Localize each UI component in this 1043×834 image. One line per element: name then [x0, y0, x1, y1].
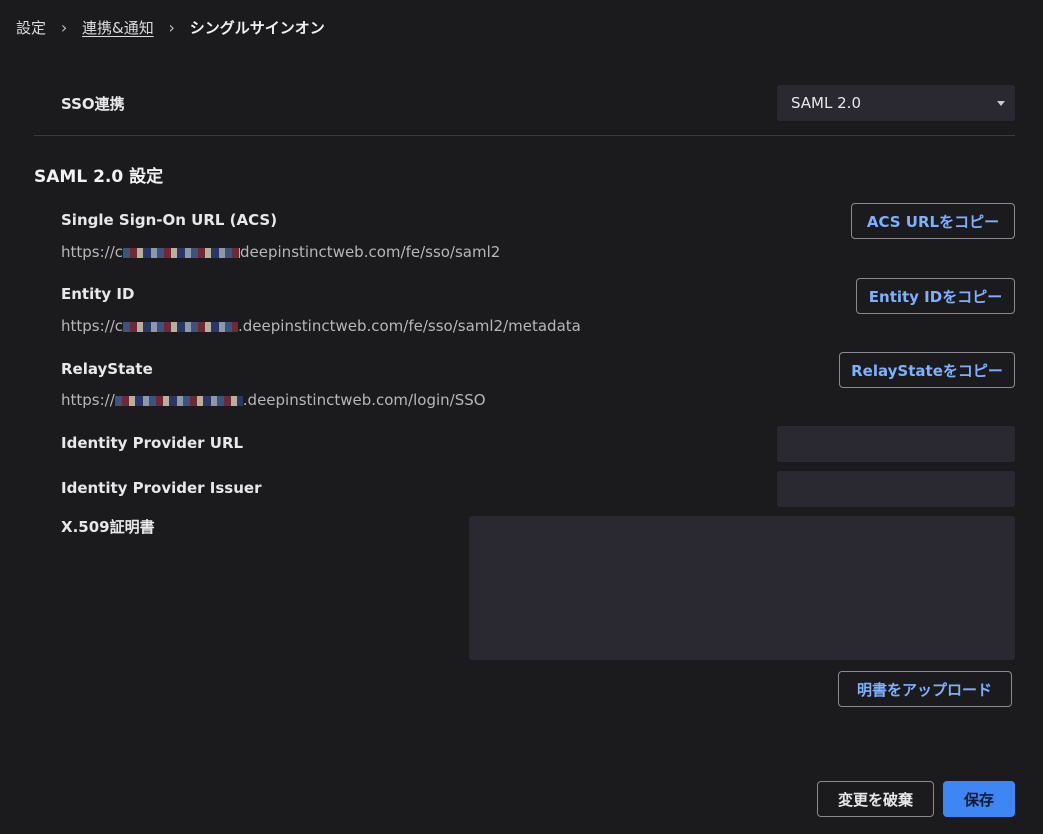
- copy-acs-url-button[interactable]: ACS URLをコピー: [851, 203, 1015, 239]
- relaystate-suffix: .deepinstinctweb.com/login/SSO: [242, 391, 486, 409]
- relaystate-value: https:// .deepinstinctweb.com/login/SSO: [61, 391, 486, 409]
- acs-url-value: https://c deepinstinctweb.com/fe/sso/saml…: [61, 243, 500, 261]
- relaystate-label: RelayState: [61, 360, 153, 378]
- section-title: SAML 2.0 設定: [34, 167, 164, 187]
- redacted-block: [123, 247, 241, 258]
- chevron-right-icon: ›: [60, 17, 68, 37]
- redacted-block: [123, 321, 239, 332]
- sso-type-select[interactable]: SAML 2.0: [777, 85, 1015, 121]
- breadcrumb-integrations[interactable]: 連携&通知: [82, 17, 154, 38]
- entity-id-value: https://c .deepinstinctweb.com/fe/sso/sam…: [61, 317, 581, 335]
- copy-relaystate-button[interactable]: RelayStateをコピー: [839, 352, 1015, 388]
- acs-label: Single Sign-On URL (ACS): [61, 211, 278, 229]
- sso-label: SSO連携: [61, 95, 125, 113]
- save-button[interactable]: 保存: [943, 781, 1015, 817]
- sso-type-value: SAML 2.0: [791, 94, 861, 112]
- upload-certificate-button[interactable]: 明書をアップロード: [838, 671, 1012, 707]
- idp-issuer-label: Identity Provider Issuer: [61, 479, 262, 497]
- entity-id-label: Entity ID: [61, 285, 135, 303]
- divider: [34, 135, 1015, 136]
- caret-down-icon: [997, 101, 1005, 106]
- breadcrumb: 設定 › 連携&通知 › シングルサインオン: [16, 16, 325, 38]
- certificate-label: X.509証明書: [61, 518, 155, 536]
- copy-entity-id-button[interactable]: Entity IDをコピー: [856, 278, 1015, 314]
- certificate-textarea[interactable]: [469, 516, 1015, 660]
- discard-changes-button[interactable]: 変更を破棄: [817, 781, 934, 817]
- breadcrumb-current: シングルサインオン: [189, 18, 325, 37]
- idp-issuer-input[interactable]: [777, 471, 1015, 507]
- idp-url-input[interactable]: [777, 426, 1015, 462]
- entity-id-prefix: https://c: [61, 317, 124, 335]
- acs-url-suffix: deepinstinctweb.com/fe/sso/saml2: [240, 243, 501, 261]
- relaystate-prefix: https://: [61, 391, 115, 409]
- chevron-right-icon: ›: [168, 17, 175, 37]
- acs-url-prefix: https://c: [61, 243, 124, 261]
- idp-url-label: Identity Provider URL: [61, 434, 244, 452]
- entity-id-suffix: .deepinstinctweb.com/fe/sso/saml2/metada…: [238, 317, 581, 335]
- breadcrumb-settings[interactable]: 設定: [16, 17, 46, 38]
- redacted-block: [114, 395, 243, 406]
